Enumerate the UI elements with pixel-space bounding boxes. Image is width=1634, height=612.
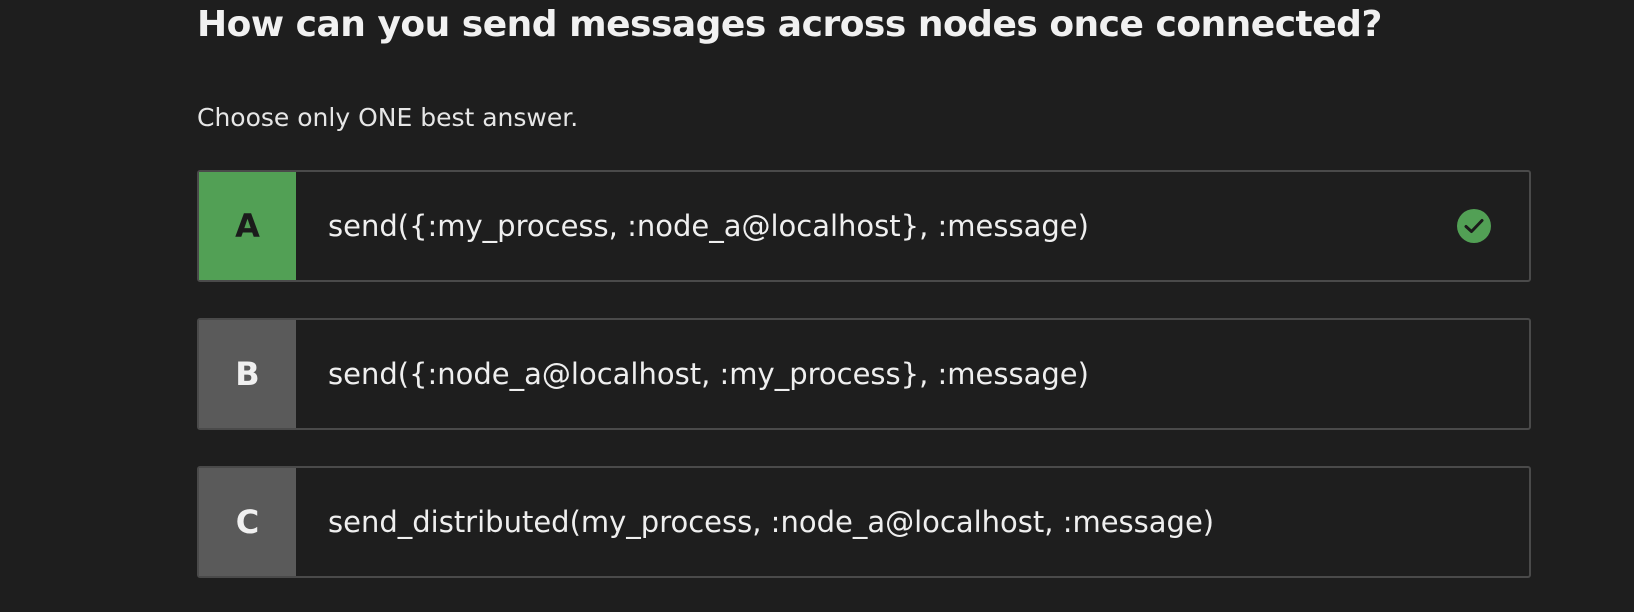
- option-letter: A: [199, 172, 296, 280]
- option-text: send({:my_process, :node_a@localhost}, :…: [328, 209, 1089, 243]
- option-text: send({:node_a@localhost, :my_process}, :…: [328, 357, 1089, 391]
- option-text: send_distributed(my_process, :node_a@loc…: [328, 505, 1215, 539]
- option-letter: B: [199, 320, 296, 428]
- question-title: How can you send messages across nodes o…: [197, 4, 1382, 45]
- answer-option-b[interactable]: B send({:node_a@localhost, :my_process},…: [197, 318, 1531, 430]
- option-letter: C: [199, 468, 296, 576]
- answer-option-c[interactable]: C send_distributed(my_process, :node_a@l…: [197, 466, 1531, 578]
- check-circle-icon: [1457, 209, 1491, 243]
- question-instructions: Choose only ONE best answer.: [197, 103, 579, 132]
- answer-option-a[interactable]: A send({:my_process, :node_a@localhost},…: [197, 170, 1531, 282]
